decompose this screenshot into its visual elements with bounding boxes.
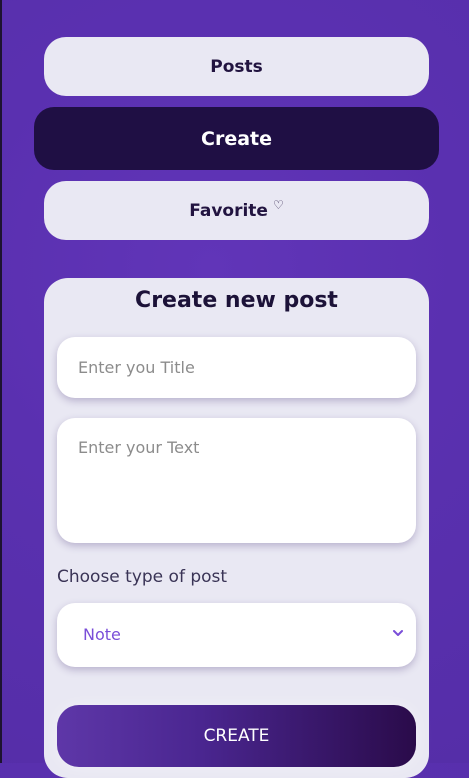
post-type-selected-value: Note xyxy=(83,625,121,644)
create-post-submit-label: CREATE xyxy=(203,726,270,746)
chevron-down-icon xyxy=(393,630,403,636)
nav-posts-button[interactable]: Posts xyxy=(44,37,429,96)
window-left-border xyxy=(0,0,2,763)
heart-outline-icon: ♡ xyxy=(272,197,284,212)
post-type-select[interactable]: Note xyxy=(57,603,416,667)
nav-create-button[interactable]: Create xyxy=(34,107,439,170)
nav-favorite-button[interactable]: Favorite ♡ xyxy=(44,181,429,240)
nav-favorite-label: Favorite xyxy=(189,200,268,221)
create-post-title: Create new post xyxy=(135,288,338,313)
create-post-card: Create new post Choose type of post Note… xyxy=(44,278,429,778)
create-post-submit-button[interactable]: CREATE xyxy=(57,705,416,767)
post-text-input[interactable] xyxy=(57,418,416,543)
post-title-input[interactable] xyxy=(57,337,416,398)
post-type-label: Choose type of post xyxy=(57,567,228,587)
nav-create-label: Create xyxy=(201,127,272,150)
nav-posts-label: Posts xyxy=(210,56,263,77)
